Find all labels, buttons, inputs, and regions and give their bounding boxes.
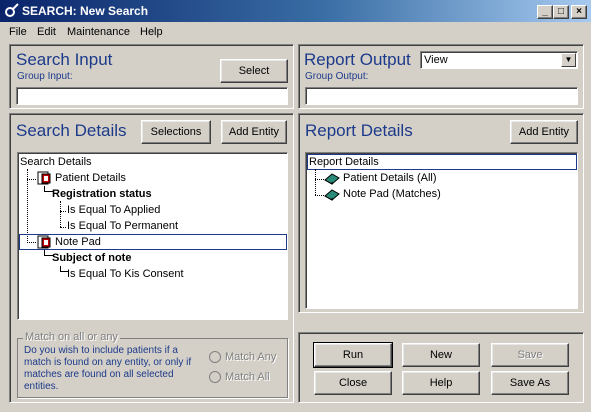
tree-line — [60, 211, 66, 212]
group-output-field[interactable] — [305, 87, 578, 105]
search-input-title: Search Input — [16, 50, 113, 69]
tree-node-is-equal-applied[interactable]: Is Equal To Applied — [67, 203, 160, 218]
match-any-label: Match Any — [225, 351, 277, 363]
match-any-radio[interactable] — [209, 351, 221, 363]
report-node-patient-details-all[interactable]: Patient Details (All) — [343, 171, 437, 186]
menu-file[interactable]: File — [9, 26, 27, 38]
menu-edit[interactable]: Edit — [37, 26, 56, 38]
title-bar: SEARCH: New Search _ □ × — [0, 0, 591, 22]
report-item-icon — [324, 173, 340, 185]
app-icon — [5, 3, 19, 17]
selections-button[interactable]: Selections — [141, 120, 211, 144]
save-button[interactable]: Save — [491, 343, 569, 367]
report-output-combo[interactable]: View ▼ — [420, 51, 578, 69]
match-help-line-1: Do you wish to include patients if a — [24, 345, 178, 356]
tree-node-is-equal-kis-consent[interactable]: Is Equal To Kis Consent — [67, 267, 184, 282]
match-all-radio[interactable] — [209, 371, 221, 383]
minimize-button[interactable]: _ — [537, 5, 553, 19]
match-help-line-4: entities. — [24, 381, 59, 392]
tree-root-search-details[interactable]: Search Details — [20, 155, 92, 170]
new-button[interactable]: New — [402, 343, 480, 367]
match-help-line-3: matches are found on all selected — [24, 369, 174, 380]
close-window-button[interactable]: × — [571, 5, 587, 19]
report-output-title: Report Output — [304, 50, 411, 69]
tree-line — [315, 169, 316, 195]
tree-line — [315, 179, 324, 180]
match-all-label: Match All — [225, 371, 270, 383]
help-button[interactable]: Help — [402, 371, 480, 395]
menu-bar: File Edit Maintenance Help — [0, 22, 591, 42]
report-node-note-pad-matches[interactable]: Note Pad (Matches) — [343, 187, 441, 202]
document-icon — [37, 235, 51, 249]
document-icon — [37, 171, 51, 185]
tree-line — [60, 227, 66, 228]
report-item-icon — [324, 189, 340, 201]
menu-maintenance[interactable]: Maintenance — [67, 26, 130, 38]
maximize-button[interactable]: □ — [553, 5, 569, 19]
tree-node-patient-details[interactable]: Patient Details — [55, 171, 126, 186]
report-details-title: Report Details — [305, 121, 413, 140]
save-as-button[interactable]: Save As — [491, 371, 569, 395]
match-help-line-2: match is found on any entity, or only if — [24, 357, 192, 368]
close-button[interactable]: Close — [314, 371, 392, 395]
tree-root-report-details[interactable]: Report Details — [309, 155, 379, 170]
group-output-label: Group Output: — [305, 71, 369, 82]
tree-node-subject-of-note[interactable]: Subject of note — [52, 251, 131, 266]
tree-node-registration-status[interactable]: Registration status — [52, 187, 152, 202]
tree-node-is-equal-permanent[interactable]: Is Equal To Permanent — [67, 219, 178, 234]
search-details-title: Search Details — [16, 121, 127, 140]
chevron-down-icon[interactable]: ▼ — [561, 53, 576, 67]
tree-line — [27, 242, 36, 243]
add-entity-button-search[interactable]: Add Entity — [221, 120, 287, 144]
tree-line — [60, 201, 61, 227]
window-title: SEARCH: New Search — [22, 4, 149, 18]
group-input-field[interactable] — [16, 87, 288, 105]
group-input-label: Group Input: — [17, 71, 73, 82]
menu-help[interactable]: Help — [140, 26, 163, 38]
run-button[interactable]: Run — [313, 342, 393, 368]
match-group-title: Match on all or any — [23, 331, 120, 343]
add-entity-button-report[interactable]: Add Entity — [510, 120, 578, 144]
tree-line — [315, 195, 324, 196]
search-details-tree[interactable]: Search Details Patient Details Registrat… — [17, 152, 288, 320]
report-output-combo-value: View — [424, 54, 448, 66]
report-details-tree[interactable]: Report Details Patient Details (All) Not… — [305, 152, 578, 309]
select-button[interactable]: Select — [220, 59, 288, 83]
tree-line — [27, 179, 36, 180]
tree-node-note-pad[interactable]: Note Pad — [55, 235, 101, 250]
